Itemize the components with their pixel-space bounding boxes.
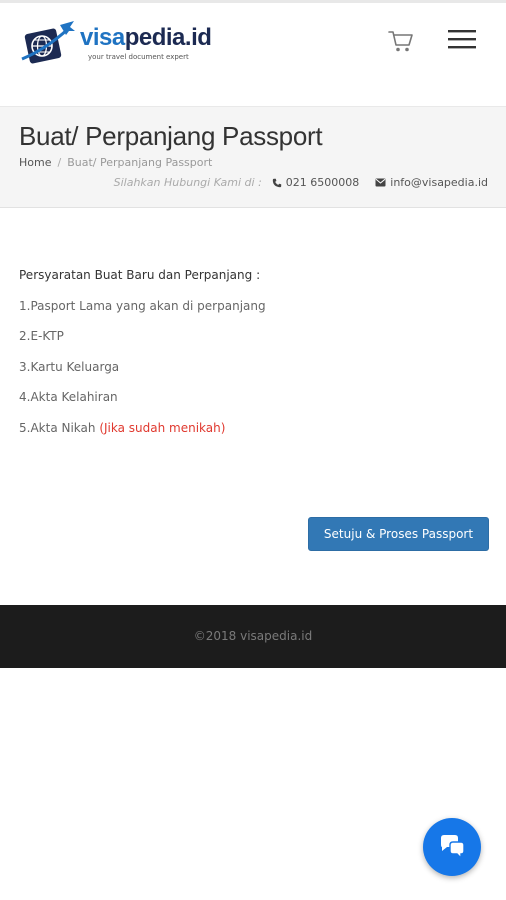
page-title: Buat/ Perpanjang Passport (19, 121, 323, 151)
list-item: 2.E-KTP (19, 327, 489, 345)
requirement-text: 2.E-KTP (19, 329, 64, 343)
contact-hint: Silahkan Hubungi Kami di : (113, 176, 262, 189)
passport-globe-logo-icon (21, 21, 75, 64)
live-chat-button[interactable] (423, 818, 481, 876)
requirements-title: Persyaratan Buat Baru dan Perpanjang : (19, 268, 261, 282)
visapedia-logo[interactable]: visapedia.id your travel document expert (20, 17, 212, 71)
requirements-list: 1.Pasport Lama yang akan di perpanjang 2… (19, 297, 489, 437)
brand-tagline: your travel document expert (88, 53, 189, 61)
requirements-section: Persyaratan Buat Baru dan Perpanjang : 1… (19, 266, 489, 437)
breadcrumb-home-link[interactable]: Home (19, 156, 51, 169)
list-item: 4.Akta Kelahiran (19, 388, 489, 406)
list-item: 5.Akta Nikah (Jika sudah menikah) (19, 419, 489, 437)
chat-bubbles-icon (441, 835, 465, 860)
list-item: 1.Pasport Lama yang akan di perpanjang (19, 297, 489, 315)
requirement-text: 5.Akta Nikah (19, 420, 100, 435)
brand-part2: pedia.id (124, 24, 212, 51)
requirement-text: 3.Kartu Keluarga (19, 359, 120, 374)
contact-info: Silahkan Hubungi Kami di : 021 6500008 i… (114, 176, 488, 189)
site-header: visapedia.id your travel document expert (0, 3, 506, 106)
phone-icon (272, 178, 281, 187)
agree-process-passport-button[interactable]: Setuju & Proses Passport (308, 517, 489, 551)
hamburger-menu-icon[interactable] (446, 27, 478, 51)
contact-email[interactable]: info@visapedia.id (375, 176, 488, 189)
site-footer: ©2018 visapedia.id (0, 605, 506, 668)
contact-phone[interactable]: 021 6500008 (272, 176, 359, 189)
requirement-note: (Jika sudah menikah) (99, 420, 226, 435)
contact-phone-number: 021 6500008 (285, 176, 360, 189)
cart-icon[interactable] (388, 29, 414, 53)
envelope-icon (375, 178, 386, 187)
breadcrumb-separator: / (57, 156, 62, 169)
requirement-text: 1.Pasport Lama yang akan di perpanjang (19, 298, 266, 313)
footer-copyright: ©2018 visapedia.id (193, 629, 313, 643)
brand-wordmark: visapedia.id (80, 24, 212, 51)
brand-part1: visa (80, 24, 125, 51)
list-item: 3.Kartu Keluarga (19, 358, 489, 376)
contact-email-address: info@visapedia.id (390, 176, 488, 189)
breadcrumb: Home / Buat/ Perpanjang Passport (19, 156, 212, 169)
breadcrumb-current: Buat/ Perpanjang Passport (67, 156, 213, 169)
page-title-bar: Buat/ Perpanjang Passport Home / Buat/ Per… (0, 106, 506, 208)
requirement-text: 4.Akta Kelahiran (19, 390, 118, 404)
